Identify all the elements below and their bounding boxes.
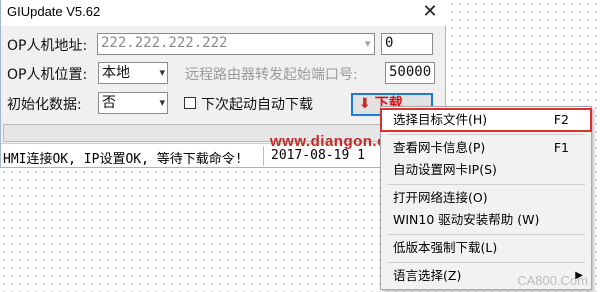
chevron-down-icon: ▾ xyxy=(159,96,165,109)
context-menu: 选择目标文件(H) F2 查看网卡信息(P) F1 自动设置网卡IP(S) 打开… xyxy=(380,106,592,290)
init-data-select[interactable]: 否 ▾ xyxy=(98,92,168,114)
menu-separator xyxy=(387,234,585,235)
menu-item-label: 查看网卡信息(P) xyxy=(393,140,486,155)
status-message: HMI连接OK, IP设置OK, 等待下载命令! xyxy=(3,152,243,167)
menu-item-shortcut: F1 xyxy=(553,140,569,155)
init-data-label: 初始化数据: xyxy=(7,97,82,113)
menu-item-open-network-connection[interactable]: 打开网络连接(O) xyxy=(381,187,591,209)
menu-item-win10-driver-help[interactable]: WIN10 驱动安装帮助 (W) xyxy=(381,209,591,231)
remote-port-label: 远程路由器转发起始端口号: xyxy=(185,67,358,83)
status-date: 2017-08-19 1 xyxy=(271,148,365,163)
menu-item-label: 自动设置网卡IP(S) xyxy=(393,162,497,177)
corner-watermark: CA800.Com xyxy=(517,273,588,288)
op-port-input[interactable]: 0 xyxy=(381,33,433,55)
menu-item-auto-set-nic-ip[interactable]: 自动设置网卡IP(S) xyxy=(381,159,591,181)
next-download-checkbox[interactable] xyxy=(184,97,196,109)
menu-item-label: 选择目标文件(H) xyxy=(393,112,488,127)
chevron-down-icon: ▾ xyxy=(159,66,165,79)
menu-item-view-nic-info[interactable]: 查看网卡信息(P) F1 xyxy=(381,137,591,159)
menu-item-label: 语言选择(Z) xyxy=(393,268,462,283)
init-data-value: 否 xyxy=(102,95,116,111)
op-location-label: OP人机位置: xyxy=(7,67,88,83)
menu-separator xyxy=(387,134,585,135)
op-location-select[interactable]: 本地 ▾ xyxy=(98,62,168,84)
menu-item-select-target-file[interactable]: 选择目标文件(H) F2 xyxy=(380,108,592,132)
download-icon: ⬇ xyxy=(359,96,371,112)
menu-separator xyxy=(387,184,585,185)
op-address-input[interactable]: 222.222.222.222 xyxy=(97,33,375,55)
menu-separator xyxy=(387,262,585,263)
close-icon[interactable]: ✕ xyxy=(419,1,441,23)
status-divider xyxy=(263,146,264,166)
menu-item-label: 打开网络连接(O) xyxy=(393,190,488,205)
op-address-dropdown-icon[interactable]: ▾ xyxy=(365,37,371,50)
op-address-label: OP人机地址: xyxy=(7,38,88,54)
op-location-value: 本地 xyxy=(102,65,130,81)
menu-item-label: 低版本强制下载(L) xyxy=(393,240,498,255)
menu-item-shortcut: F2 xyxy=(553,112,569,127)
window-title: GIUpdate V5.62 xyxy=(7,4,101,19)
next-download-label[interactable]: 下次起动自动下载 xyxy=(201,94,313,114)
remote-port-input[interactable]: 50000 xyxy=(385,62,435,84)
menu-item-force-download-old[interactable]: 低版本强制下载(L) xyxy=(381,237,591,259)
title-bar: GIUpdate V5.62 ✕ xyxy=(1,0,447,26)
menu-item-label: WIN10 驱动安装帮助 (W) xyxy=(393,212,540,227)
